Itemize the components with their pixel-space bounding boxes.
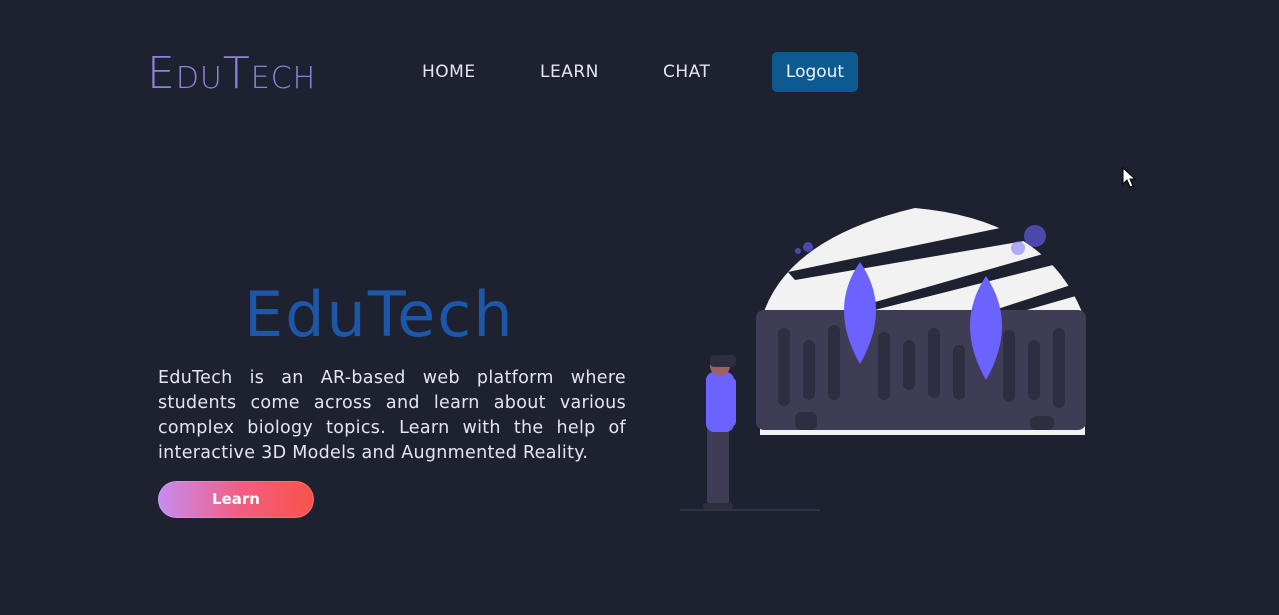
person-legs <box>707 425 729 505</box>
logo-letter-e: E <box>147 48 176 99</box>
person-shoes <box>703 503 733 509</box>
page: EDUTECH HOME LEARN CHAT Logout EduTech E… <box>0 0 1279 615</box>
nav-chat-link[interactable]: CHAT <box>663 52 710 92</box>
bubble-medium <box>1011 241 1025 255</box>
logo-letters-ech: ECH <box>250 61 317 96</box>
hero-title: EduTech <box>244 278 515 351</box>
nav-home-link[interactable]: HOME <box>422 52 476 92</box>
bubble-large <box>1024 225 1046 247</box>
brand-logo[interactable]: EDUTECH <box>147 48 317 99</box>
logo-letters-du: DU <box>175 61 223 96</box>
logout-button[interactable]: Logout <box>772 52 858 92</box>
person-arm <box>727 378 736 426</box>
mouse-cursor-icon <box>1122 167 1137 188</box>
vr-person-illustration <box>670 200 1100 520</box>
nav-learn-link[interactable]: LEARN <box>540 52 599 92</box>
logo-letter-t: T <box>222 48 251 99</box>
vr-headset <box>710 355 736 367</box>
learn-button[interactable]: Learn <box>158 481 314 518</box>
hero-description: EduTech is an AR-based web platform wher… <box>158 368 626 463</box>
vr-illustration-svg <box>680 208 1086 511</box>
bubble-small-2 <box>795 248 801 254</box>
bubble-small-1 <box>803 242 813 252</box>
